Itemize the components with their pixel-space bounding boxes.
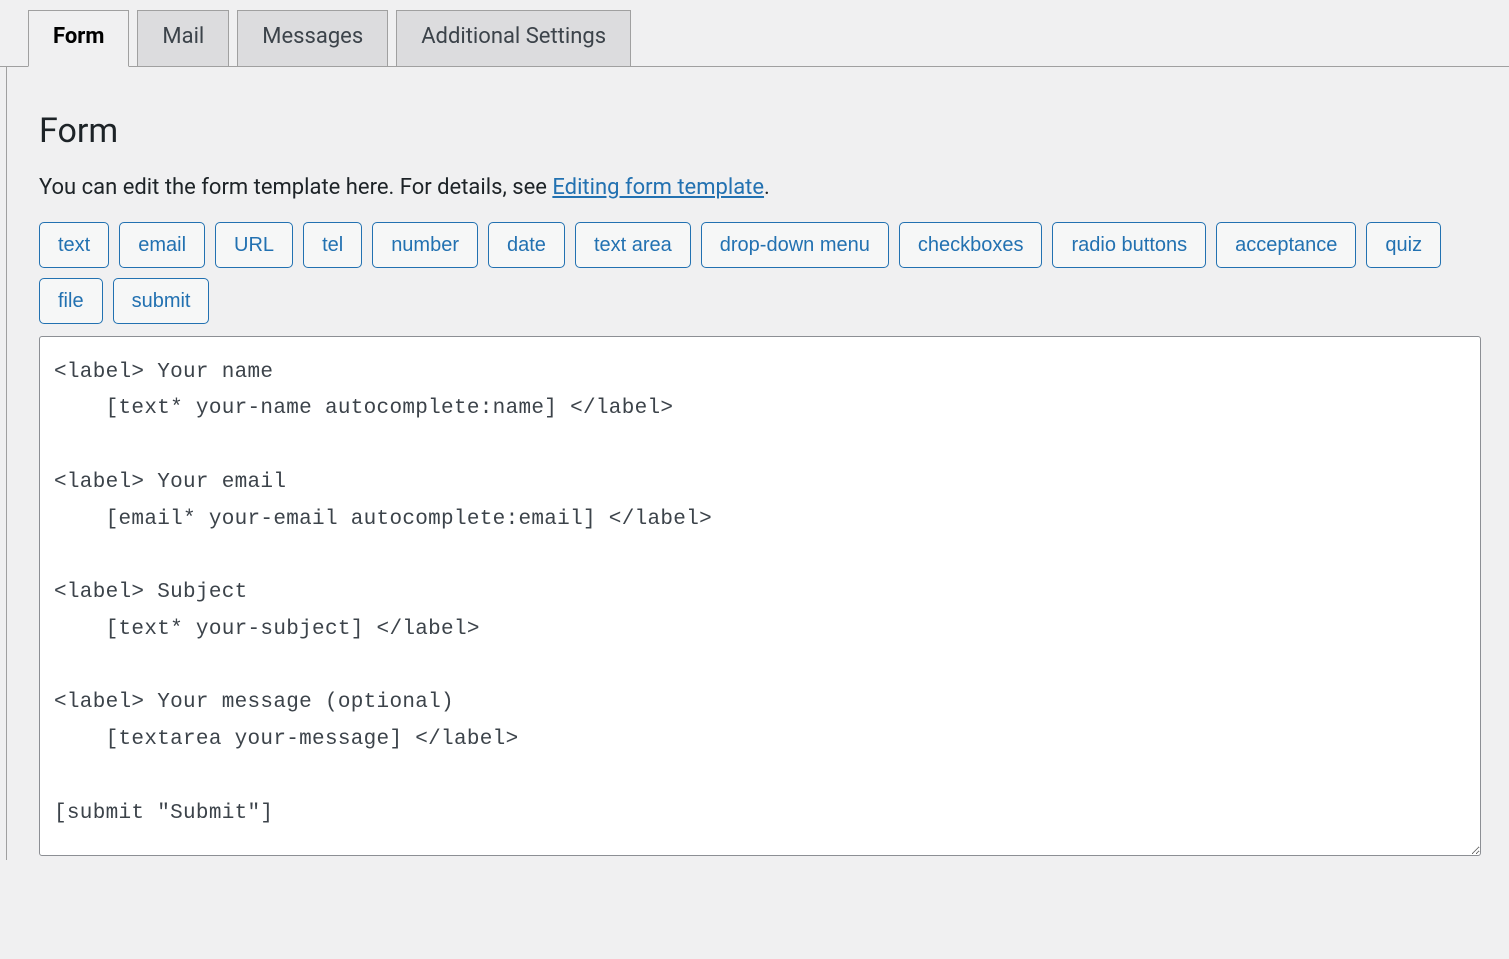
tab-messages[interactable]: Messages xyxy=(237,10,388,67)
tag-submit-button[interactable]: submit xyxy=(113,278,210,324)
tag-url-button[interactable]: URL xyxy=(215,222,293,268)
tag-checkboxes-button[interactable]: checkboxes xyxy=(899,222,1043,268)
desc-text-pre: You can edit the form template here. For… xyxy=(39,175,552,200)
editing-form-template-link[interactable]: Editing form template xyxy=(552,175,764,200)
tag-quiz-button[interactable]: quiz xyxy=(1366,222,1441,268)
form-template-textarea[interactable]: <label> Your name [text* your-name autoc… xyxy=(39,336,1481,856)
tag-text-button[interactable]: text xyxy=(39,222,109,268)
tab-form[interactable]: Form xyxy=(28,10,129,67)
tag-tel-button[interactable]: tel xyxy=(303,222,362,268)
tab-additional-settings[interactable]: Additional Settings xyxy=(396,10,631,67)
tag-acceptance-button[interactable]: acceptance xyxy=(1216,222,1356,268)
tag-radio-button[interactable]: radio buttons xyxy=(1052,222,1206,268)
section-description: You can edit the form template here. For… xyxy=(39,175,1481,200)
tag-dropdown-button[interactable]: drop-down menu xyxy=(701,222,889,268)
tab-bar: Form Mail Messages Additional Settings xyxy=(0,0,1509,67)
tag-file-button[interactable]: file xyxy=(39,278,103,324)
tag-textarea-button[interactable]: text area xyxy=(575,222,691,268)
tab-mail[interactable]: Mail xyxy=(137,10,229,67)
tag-email-button[interactable]: email xyxy=(119,222,205,268)
form-panel: Form You can edit the form template here… xyxy=(6,67,1509,860)
section-title: Form xyxy=(39,111,1481,151)
tag-date-button[interactable]: date xyxy=(488,222,565,268)
tag-generator-row: text email URL tel number date text area… xyxy=(39,222,1481,324)
tag-number-button[interactable]: number xyxy=(372,222,478,268)
desc-text-post: . xyxy=(764,175,770,200)
